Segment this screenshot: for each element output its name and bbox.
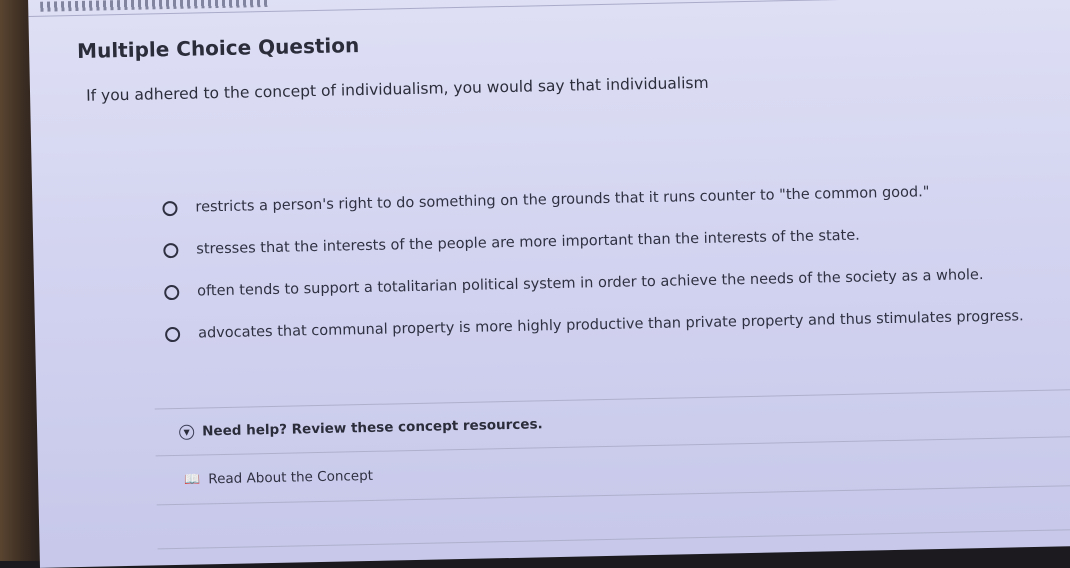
book-icon: 📖	[184, 471, 201, 488]
radio-button[interactable]	[164, 284, 180, 300]
radio-button[interactable]	[162, 200, 178, 216]
help-section: ▼ Need help? Review these concept resour…	[154, 388, 1070, 510]
read-concept-label: Read About the Concept	[208, 467, 374, 488]
chevron-down-circle-icon: ▼	[179, 424, 195, 440]
question-type-heading: Multiple Choice Question	[76, 33, 360, 63]
question-prompt: If you adhered to the concept of individ…	[85, 73, 709, 105]
help-toggle-label: Need help? Review these concept resource…	[201, 416, 543, 440]
radio-button[interactable]	[163, 242, 179, 258]
answer-options: restricts a person's right to do somethi…	[162, 169, 1024, 355]
radio-button[interactable]	[164, 326, 181, 342]
progress-strip	[40, 0, 271, 12]
answer-option-label: advocates that communal property is more…	[197, 308, 1024, 342]
screen: Multiple Choice Question If you adhered …	[28, 0, 1070, 568]
divider	[157, 528, 1070, 550]
answer-option-label: stresses that the interests of the peopl…	[196, 227, 860, 258]
answer-option-label: often tends to support a totalitarian po…	[197, 267, 984, 300]
answer-option-label: restricts a person's right to do somethi…	[195, 184, 930, 216]
